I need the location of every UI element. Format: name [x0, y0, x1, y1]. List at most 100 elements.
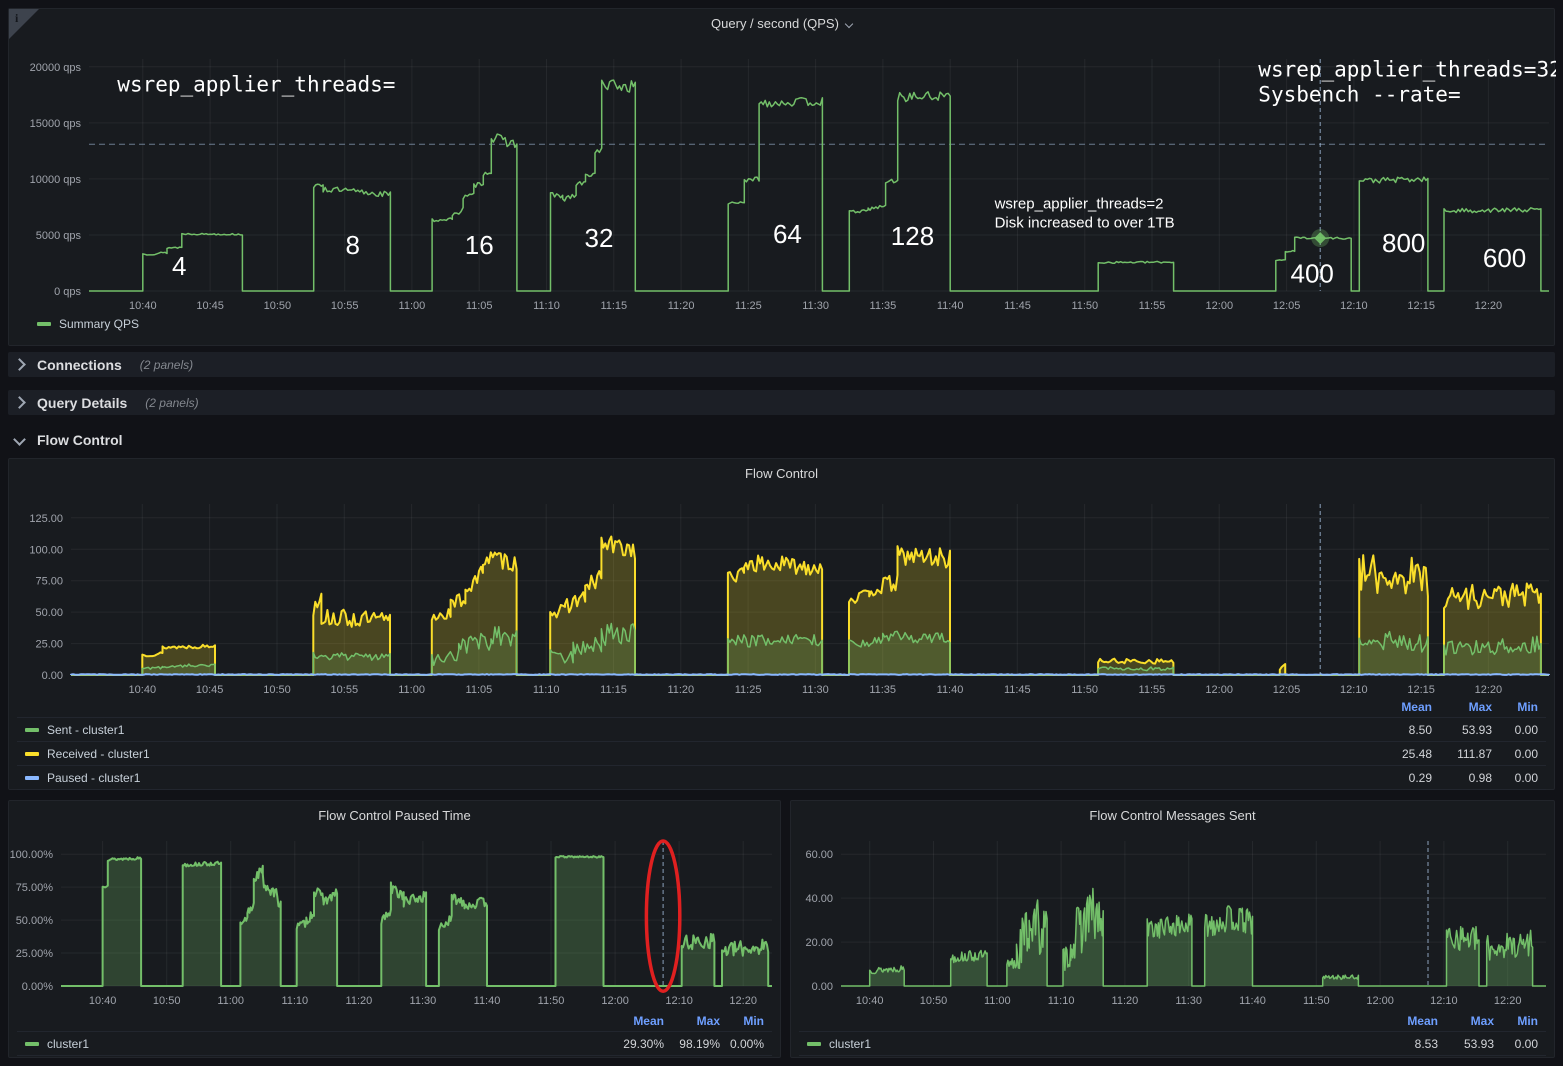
row-header-query-details[interactable]: Query Details (2 panels): [8, 390, 1555, 415]
svg-text:11:00: 11:00: [217, 995, 244, 1007]
panel-title-flow-control[interactable]: Flow Control: [9, 466, 1554, 481]
svg-text:4: 4: [172, 251, 186, 281]
qps-legend: Summary QPS: [37, 317, 139, 331]
svg-text:10:40: 10:40: [89, 995, 117, 1007]
panel-title-paused-time[interactable]: Flow Control Paused Time: [9, 808, 780, 823]
row-header-flow-control[interactable]: Flow Control: [8, 427, 1555, 452]
panel-title-text: Flow Control: [745, 466, 818, 481]
svg-text:12:00: 12:00: [1205, 684, 1233, 696]
svg-text:12:00: 12:00: [601, 995, 629, 1007]
svg-text:11:20: 11:20: [346, 995, 373, 1007]
legend-stat-col-mean[interactable]: Mean: [1342, 700, 1432, 714]
row-header-connections[interactable]: Connections (2 panels): [8, 352, 1555, 377]
svg-text:50.00%: 50.00%: [16, 915, 54, 927]
series-color-marker: [25, 1042, 39, 1046]
svg-text:12:00: 12:00: [1206, 300, 1234, 312]
svg-text:11:40: 11:40: [1239, 995, 1266, 1007]
svg-text:wsrep_applier_threads=: wsrep_applier_threads=: [117, 72, 395, 96]
qps-chart[interactable]: 10:4010:4510:5010:5511:0011:0511:1011:15…: [9, 9, 1556, 347]
paused-time-chart[interactable]: 10:4010:5011:0011:1011:2011:3011:4011:50…: [9, 801, 782, 1011]
chevron-right-icon: [13, 396, 26, 409]
chevron-down-icon: [13, 433, 26, 446]
legend-stat-value: 29.30%: [600, 1037, 664, 1051]
legend-stat-value: 25.48: [1342, 747, 1432, 761]
legend-label[interactable]: Paused - cluster1: [25, 771, 1342, 785]
svg-text:11:15: 11:15: [600, 684, 627, 696]
legend-row: cluster18.5353.930.00: [799, 1031, 1546, 1055]
legend-stat-value: 0.00: [1492, 771, 1538, 785]
legend-stat-col-min[interactable]: Min: [1492, 700, 1538, 714]
legend-label[interactable]: cluster1: [807, 1037, 1374, 1051]
svg-text:Sysbench --rate=: Sysbench --rate=: [1258, 83, 1460, 107]
legend-label[interactable]: Summary QPS: [59, 317, 139, 331]
legend-stat-col-min[interactable]: Min: [720, 1014, 764, 1028]
svg-text:8: 8: [345, 230, 359, 260]
svg-text:125.00: 125.00: [29, 513, 63, 525]
svg-text:11:35: 11:35: [869, 684, 896, 696]
row-panel-count: (2 panels): [140, 358, 193, 372]
svg-text:11:10: 11:10: [533, 684, 560, 696]
svg-text:0 qps: 0 qps: [54, 286, 81, 298]
svg-text:12:10: 12:10: [1430, 995, 1458, 1007]
svg-text:25.00%: 25.00%: [16, 948, 54, 960]
svg-text:10:55: 10:55: [331, 684, 359, 696]
panel-title-messages-sent[interactable]: Flow Control Messages Sent: [791, 808, 1554, 823]
row-panel-count: (2 panels): [145, 396, 198, 410]
legend-stat-col-max[interactable]: Max: [1438, 1014, 1494, 1028]
legend-stat-value: 0.00: [1492, 747, 1538, 761]
svg-text:10:50: 10:50: [264, 300, 292, 312]
svg-text:10000 qps: 10000 qps: [30, 174, 82, 186]
svg-text:11:50: 11:50: [538, 995, 565, 1007]
legend-stat-col-max[interactable]: Max: [1432, 700, 1492, 714]
series-color-marker: [25, 752, 39, 756]
svg-text:64: 64: [773, 219, 802, 249]
legend-stat-value: 53.93: [1438, 1037, 1494, 1051]
svg-text:12:15: 12:15: [1407, 684, 1435, 696]
flow-control-chart[interactable]: 10:4010:4510:5010:5511:0011:0511:1011:15…: [9, 459, 1556, 699]
svg-text:11:00: 11:00: [398, 684, 425, 696]
svg-text:11:10: 11:10: [281, 995, 308, 1007]
panel-title-qps[interactable]: Query / second (QPS): [9, 16, 1554, 31]
svg-text:15000 qps: 15000 qps: [30, 118, 82, 130]
svg-text:wsrep_applier_threads=2: wsrep_applier_threads=2: [994, 195, 1164, 212]
messages-sent-chart[interactable]: 10:4010:5011:0011:1011:2011:3011:4011:50…: [791, 801, 1556, 1011]
panel-title-text: Flow Control Messages Sent: [1089, 808, 1255, 823]
legend-stat-value: 111.87: [1432, 747, 1492, 761]
legend-stat-value: 0.00%: [720, 1037, 764, 1051]
legend-stat-col-min[interactable]: Min: [1494, 1014, 1538, 1028]
legend-stat-value: 8.53: [1374, 1037, 1438, 1051]
panel-title-text: Flow Control Paused Time: [318, 808, 470, 823]
legend-stat-col-mean[interactable]: Mean: [600, 1014, 664, 1028]
legend-stat-value: 0.98: [1432, 771, 1492, 785]
svg-text:400: 400: [1291, 258, 1334, 288]
svg-text:12:10: 12:10: [1340, 684, 1368, 696]
legend-label[interactable]: cluster1: [25, 1037, 600, 1051]
svg-text:10:40: 10:40: [129, 684, 157, 696]
legend-label[interactable]: Received - cluster1: [25, 747, 1342, 761]
row-title: Flow Control: [37, 432, 123, 448]
legend-stats-header: MeanMaxMin: [799, 1011, 1546, 1031]
svg-text:11:15: 11:15: [600, 300, 627, 312]
legend-stat-col-mean[interactable]: Mean: [1374, 1014, 1438, 1028]
svg-text:11:10: 11:10: [533, 300, 560, 312]
svg-text:11:40: 11:40: [937, 684, 964, 696]
legend-row: cluster129.30%98.19%0.00%: [17, 1031, 772, 1055]
legend-label[interactable]: Sent - cluster1: [25, 723, 1342, 737]
svg-text:12:15: 12:15: [1407, 300, 1435, 312]
panel-messages-sent: Flow Control Messages Sent 10:4010:5011:…: [790, 800, 1555, 1058]
legend-stat-value: 53.93: [1432, 723, 1492, 737]
svg-text:800: 800: [1382, 228, 1425, 258]
svg-text:11:40: 11:40: [474, 995, 501, 1007]
svg-text:11:20: 11:20: [1112, 995, 1139, 1007]
svg-text:10:55: 10:55: [331, 300, 359, 312]
svg-text:10:50: 10:50: [263, 684, 291, 696]
legend-stat-col-max[interactable]: Max: [664, 1014, 720, 1028]
svg-text:75.00%: 75.00%: [16, 882, 54, 894]
svg-text:10:40: 10:40: [129, 300, 157, 312]
svg-text:25.00: 25.00: [35, 639, 63, 651]
svg-text:75.00: 75.00: [35, 576, 63, 588]
series-color-marker: [807, 1042, 821, 1046]
svg-text:10:45: 10:45: [196, 300, 224, 312]
svg-text:12:20: 12:20: [1475, 684, 1503, 696]
chevron-down-icon: [845, 19, 853, 27]
